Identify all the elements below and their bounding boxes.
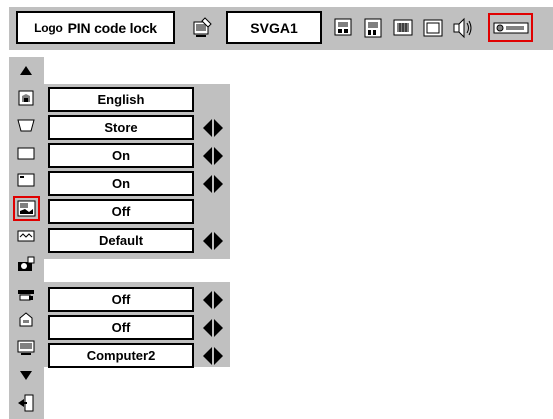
setting-tab-selected[interactable] <box>488 13 533 42</box>
keystone-value[interactable]: Store <box>48 115 194 140</box>
power-management-value[interactable]: Off <box>48 287 194 312</box>
pc-adjust-icon[interactable] <box>191 17 213 39</box>
setting-icon <box>493 22 529 34</box>
keystone-icon[interactable] <box>16 115 36 135</box>
power-management-arrows[interactable] <box>201 290 225 310</box>
menu-title: Logo PIN code lock <box>16 11 175 44</box>
top-menu-bar: Logo PIN code lock SVGA1 <box>9 7 553 50</box>
exit-icon[interactable] <box>16 393 36 413</box>
logo-icon <box>17 200 36 217</box>
signal-name: SVGA1 <box>226 11 322 44</box>
settings-icon-column <box>9 57 44 419</box>
projector-icon[interactable] <box>16 254 36 274</box>
ceiling-value[interactable]: Default <box>48 228 194 253</box>
input-arrows[interactable] <box>201 346 225 366</box>
language-icon[interactable] <box>16 88 36 108</box>
remote-arrows[interactable] <box>201 318 225 338</box>
keystone-arrows[interactable] <box>201 118 225 138</box>
ceiling-arrows[interactable] <box>201 231 225 251</box>
language-value[interactable]: English <box>48 87 194 112</box>
image-adjust-icon[interactable] <box>362 17 384 39</box>
logo-icon-selected[interactable] <box>13 196 40 221</box>
blue-back-icon[interactable] <box>16 143 36 163</box>
scroll-up-icon[interactable] <box>16 61 36 81</box>
screen-icon[interactable] <box>392 17 414 39</box>
screen-size-icon[interactable] <box>422 17 444 39</box>
display-value[interactable]: On <box>48 171 194 196</box>
menu-title-main: PIN code lock <box>67 19 157 36</box>
blue-back-arrows[interactable] <box>201 146 225 166</box>
image-select-icon[interactable] <box>333 17 355 39</box>
logo-value[interactable]: Off <box>48 199 194 224</box>
scroll-down-icon[interactable] <box>16 365 36 385</box>
remote-icon[interactable] <box>16 310 36 330</box>
input-value[interactable]: Computer2 <box>48 343 194 368</box>
input-icon[interactable] <box>16 337 36 357</box>
ceiling-icon[interactable] <box>16 226 36 246</box>
sound-icon[interactable] <box>452 17 474 39</box>
remote-value[interactable]: Off <box>48 315 194 340</box>
display-arrows[interactable] <box>201 174 225 194</box>
power-management-icon[interactable] <box>16 284 36 304</box>
blue-back-value[interactable]: On <box>48 143 194 168</box>
display-icon[interactable] <box>16 170 36 190</box>
menu-title-prefix: Logo <box>34 20 63 35</box>
